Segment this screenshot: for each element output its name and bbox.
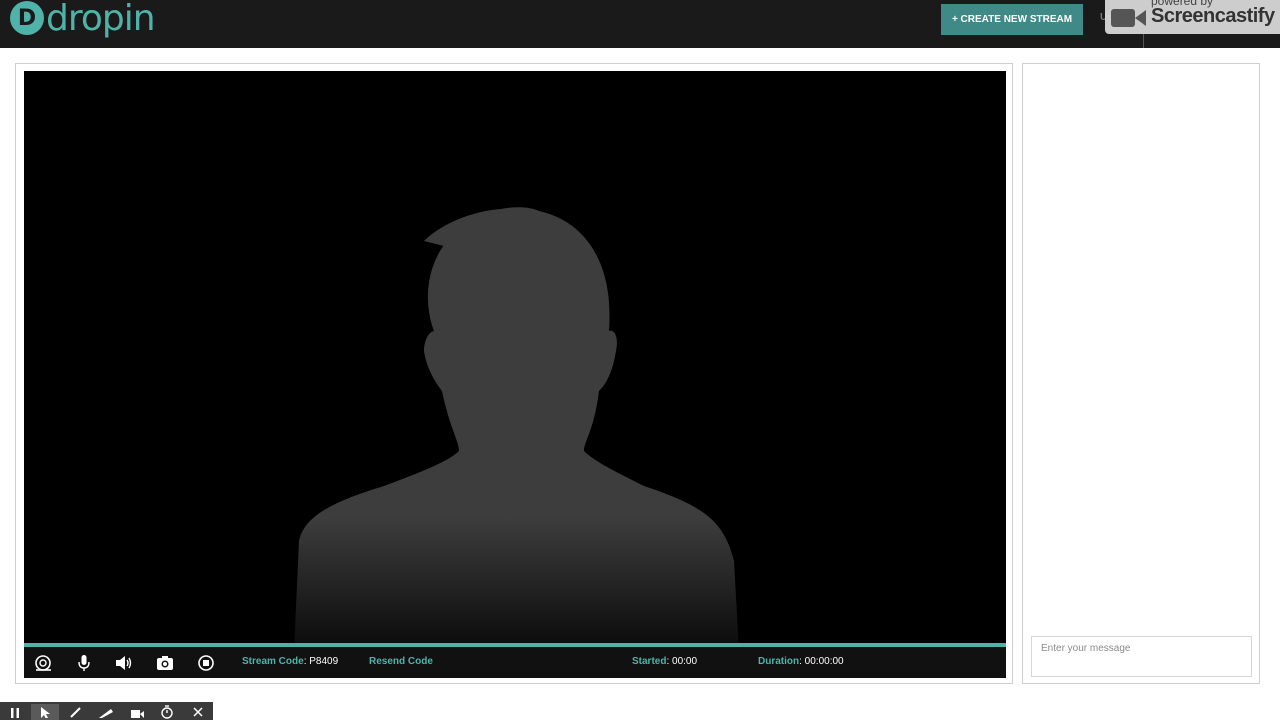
watermark-brand: Screencastify	[1151, 5, 1275, 27]
video-controls-bar: Stream Code: P8409 Resend Code Started: …	[24, 647, 1006, 678]
webcam-icon[interactable]	[123, 704, 151, 720]
top-bar: D dropin + CREATE NEW STREAM Use powered…	[0, 0, 1280, 48]
camera-icon[interactable]	[156, 654, 174, 672]
cursor-icon[interactable]	[31, 704, 59, 720]
create-new-stream-button[interactable]: + CREATE NEW STREAM	[941, 4, 1083, 35]
screen-share-icon[interactable]	[34, 654, 52, 672]
pause-icon[interactable]	[1, 704, 29, 720]
stream-code-label: Stream Code	[242, 656, 304, 667]
stop-icon[interactable]	[197, 654, 215, 672]
stream-code: Stream Code: P8409	[242, 656, 338, 667]
video-feed	[24, 71, 1006, 645]
started-time: Started: 00:00	[632, 656, 697, 667]
divider	[1143, 34, 1144, 48]
recorder-toolbar	[0, 702, 213, 720]
timer-icon[interactable]	[153, 704, 181, 720]
speaker-icon[interactable]	[115, 654, 133, 672]
resend-code-link[interactable]: Resend Code	[369, 656, 433, 667]
highlighter-icon[interactable]	[92, 704, 120, 720]
duration-value: : 00:00:00	[799, 656, 844, 667]
chat-message-input[interactable]	[1031, 636, 1252, 677]
close-icon[interactable]	[184, 704, 212, 720]
duration-label: Duration	[758, 656, 800, 667]
dropin-logo[interactable]: D dropin	[10, 0, 156, 44]
video-panel: Stream Code: P8409 Resend Code Started: …	[15, 63, 1013, 684]
video-camera-icon	[1111, 9, 1146, 27]
microphone-icon[interactable]	[75, 654, 93, 672]
started-value: : 00:00	[666, 656, 698, 667]
logo-text: dropin	[46, 0, 156, 39]
pen-icon[interactable]	[62, 704, 90, 720]
started-label: Started	[632, 656, 667, 667]
stream-code-value: : P8409	[303, 656, 339, 667]
screencastify-watermark: powered by Screencastify	[1105, 0, 1280, 34]
duration-time: Duration: 00:00:00	[758, 656, 844, 667]
chat-panel	[1022, 63, 1260, 684]
logo-mark: D	[10, 1, 44, 35]
person-silhouette-placeholder	[294, 207, 739, 645]
